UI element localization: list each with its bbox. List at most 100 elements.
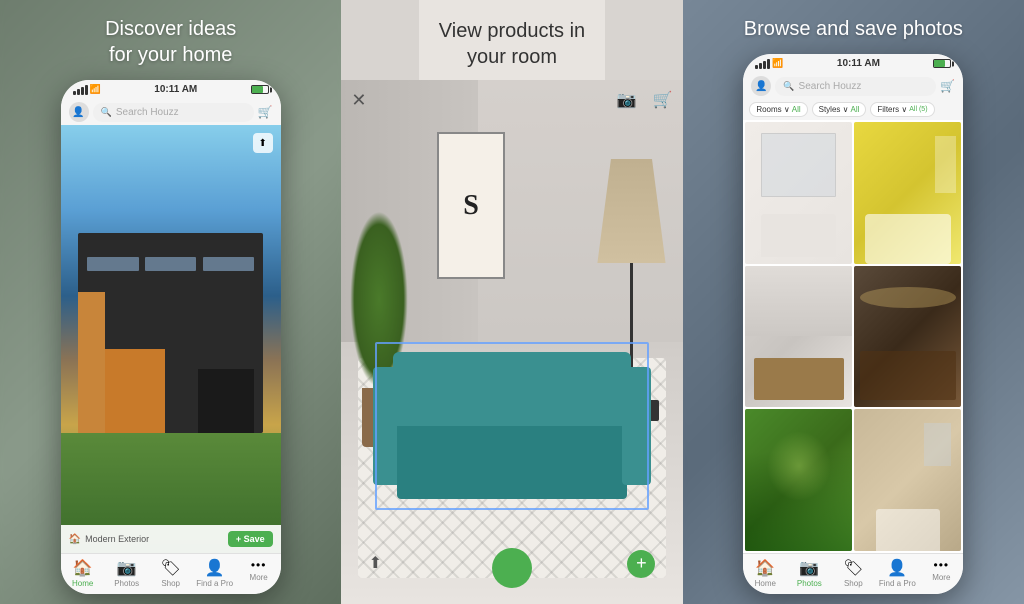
status-bar-3: 📶 10:11 AM: [743, 54, 963, 73]
nav-photos-label-1: Photos: [114, 579, 139, 588]
signal-icon: [73, 85, 88, 95]
ar-camera-icon[interactable]: 📷: [617, 90, 637, 110]
nav-shop-label-3: Shop: [844, 579, 863, 588]
grid-photo-bathroom-yellow[interactable]: [854, 122, 961, 264]
search-bar-1[interactable]: 🔍 Search Houzz: [93, 103, 254, 122]
filter-rooms-value: All: [792, 105, 801, 114]
photo-grid: [743, 120, 963, 553]
search-bar-3[interactable]: 🔍 Search Houzz: [775, 77, 936, 96]
nav-home-3[interactable]: 🏠 Home: [743, 558, 787, 588]
garden-light: [767, 431, 831, 502]
nav-bar-1: 🏠 Home 📷 Photos 🏷 Shop 👤 Find a Pro ••• …: [61, 553, 281, 594]
ar-add-button[interactable]: +: [627, 550, 655, 578]
nav-shop-3[interactable]: 🏷 Shop: [831, 558, 875, 588]
window-element-y: [935, 136, 956, 193]
panel-browse: Browse and save photos 📶 10:11 AM: [683, 0, 1024, 604]
filter-filters-label: Filters ∨: [877, 105, 907, 114]
sofa-back: [393, 352, 632, 433]
home-nav-icon-3: 🏠: [755, 558, 775, 578]
status-left-3: 📶: [755, 58, 783, 69]
panel-discover: Discover ideas for your home 📶 10:11 AM: [0, 0, 341, 604]
ar-cart-icon[interactable]: 🛒: [653, 90, 673, 110]
ar-scene: S ✕ 📷 🛒 ⬆ +: [341, 80, 682, 604]
share-icon-overlay[interactable]: ⬆: [253, 133, 273, 153]
sink-element: [761, 214, 836, 256]
ar-top-icons: 📷 🛒: [617, 90, 673, 110]
phone-1: 📶 10:11 AM 👤 🔍 Search Houzz 🛒: [61, 80, 281, 594]
nav-photos-3[interactable]: 📷 Photos: [787, 558, 831, 588]
nav-more-label-1: More: [250, 573, 268, 582]
chandelier-dark: [860, 287, 956, 308]
findpro-nav-icon: 👤: [205, 558, 225, 578]
nav-home-label-1: Home: [72, 579, 93, 588]
ar-shutter-button[interactable]: [492, 548, 532, 588]
nav-findpro-label-1: Find a Pro: [196, 579, 233, 588]
tub-beige: [876, 509, 940, 552]
ar-sofa[interactable]: [393, 352, 632, 499]
nav-more-label-3: More: [932, 573, 950, 582]
status-time-1: 10:11 AM: [154, 84, 197, 95]
wifi-icon: 📶: [90, 84, 101, 95]
ar-artwork: S: [437, 132, 505, 279]
save-button[interactable]: + Save: [228, 531, 273, 547]
more-nav-icon-3: •••: [934, 558, 950, 572]
nav-findpro-1[interactable]: 👤 Find a Pro: [193, 558, 237, 588]
photo-label-bar: 🏠 Modern Exterior + Save: [61, 525, 281, 553]
nav-more-3[interactable]: ••• More: [919, 558, 963, 588]
home-nav-icon: 🏠: [73, 558, 93, 578]
grid-photo-bathroom-beige[interactable]: [854, 409, 961, 551]
battery-icon-1: [251, 85, 269, 94]
panel-3-heading: Browse and save photos: [724, 0, 983, 54]
side-accent: [78, 292, 104, 433]
island-element: [754, 358, 844, 401]
cart-icon-1[interactable]: 🛒: [258, 105, 273, 119]
search-row-1: 👤 🔍 Search Houzz 🛒: [61, 99, 281, 125]
building-main: [78, 233, 263, 433]
filter-styles[interactable]: Styles ∨ All: [812, 102, 867, 117]
nav-photos-label-3: Photos: [797, 579, 822, 588]
search-placeholder-3: Search Houzz: [799, 81, 929, 92]
house-image: ⬆: [61, 125, 281, 553]
nav-shop-1[interactable]: 🏷 Shop: [149, 558, 193, 588]
nav-findpro-3[interactable]: 👤 Find a Pro: [875, 558, 919, 588]
filter-styles-value: All: [851, 105, 860, 114]
shop-nav-icon-3: 🏷: [843, 558, 863, 578]
nav-photos-1[interactable]: 📷 Photos: [105, 558, 149, 588]
fireplace-element: [860, 351, 956, 401]
filter-filters[interactable]: Filters ∨ All (5): [870, 102, 934, 117]
search-placeholder-1: Search Houzz: [116, 107, 246, 118]
artwork-letter: S: [439, 134, 503, 277]
signal-icon-3: [755, 59, 770, 69]
filter-styles-label: Styles ∨: [819, 105, 849, 114]
kitchen-upper: [745, 266, 852, 337]
findpro-nav-icon-3: 👤: [887, 558, 907, 578]
nav-shop-label-1: Shop: [161, 579, 180, 588]
panel-ar-view: View products in your room S: [341, 0, 682, 604]
nav-home-1[interactable]: 🏠 Home: [61, 558, 105, 588]
nav-more-1[interactable]: ••• More: [237, 558, 281, 588]
phone-3: 📶 10:11 AM 👤 🔍 Search Houzz 🛒 Rooms ∨ Al…: [743, 54, 963, 594]
building-wrapper: [61, 198, 281, 433]
label-type-icon: 🏠: [69, 534, 81, 545]
ar-close-button[interactable]: ✕: [351, 90, 366, 111]
status-time-3: 10:11 AM: [837, 58, 880, 69]
mirror-element: [761, 133, 836, 197]
filter-rooms[interactable]: Rooms ∨ All: [749, 102, 807, 117]
ar-share-icon[interactable]: ⬆: [369, 553, 382, 573]
shop-nav-icon: 🏷: [161, 558, 181, 578]
battery-icon-3: [933, 59, 951, 68]
filter-filters-value: All (5): [909, 106, 927, 113]
sofa-seat: [397, 426, 626, 499]
grid-photo-kitchen[interactable]: [745, 266, 852, 408]
search-icon-3: 🔍: [783, 81, 794, 92]
search-row-3: 👤 🔍 Search Houzz 🛒: [743, 73, 963, 99]
search-icon-1: 🔍: [101, 107, 112, 118]
status-right-1: [251, 85, 269, 94]
cart-icon-3[interactable]: 🛒: [940, 79, 955, 93]
user-avatar-1[interactable]: 👤: [69, 102, 89, 122]
photo-label-left: 🏠 Modern Exterior: [69, 534, 149, 545]
grid-photo-bathroom-white[interactable]: [745, 122, 852, 264]
grid-photo-garden[interactable]: [745, 409, 852, 551]
user-avatar-3[interactable]: 👤: [751, 76, 771, 96]
grid-photo-living[interactable]: [854, 266, 961, 408]
